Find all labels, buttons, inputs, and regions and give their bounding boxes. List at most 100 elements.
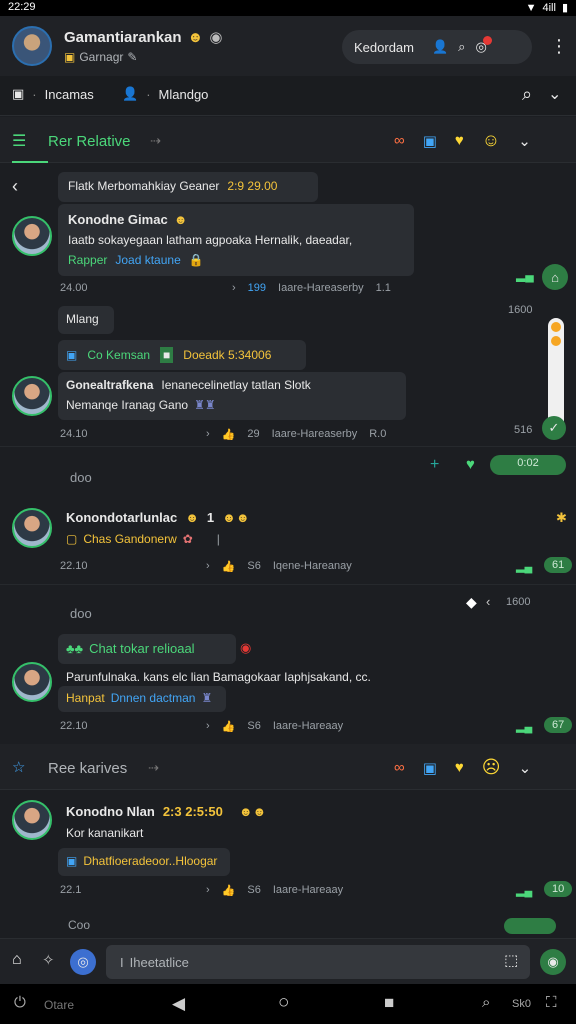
pill-label: Kedordam [354,39,414,55]
expand-icon[interactable]: ⛶ [546,994,557,1011]
avatar[interactable] [12,662,52,702]
message-link[interactable]: Joad ktaune [115,253,180,267]
message-link[interactable]: Rapper [68,253,107,267]
signal-icon: 4ill [542,1,556,14]
meta-count: 29 [247,428,260,440]
chevron-down-icon[interactable]: ⌄ [518,132,531,150]
status-pill[interactable] [504,918,556,934]
link-icon[interactable]: ∞ [394,759,405,776]
check-icon[interactable]: ✓ [542,416,566,440]
meta-value: R.0 [369,428,387,440]
emoji-icon[interactable]: ☺ [482,130,500,151]
message-meta: › 👍 29 Iaare-Hareaserby R.0 [206,428,387,441]
heart-icon[interactable]: ♥ [466,456,475,473]
clover-icon: ♣♣ [66,641,84,656]
heart-icon[interactable]: ♥ [455,132,464,149]
arrow-icon: ⇢ [148,760,159,775]
sticker-icon: ♜♜ [194,398,216,412]
tag-row[interactable]: ▣ Co Kemsan ■ Doeadk 5:34006 [58,340,306,370]
sender-name: Gonealtrafkena [66,378,154,392]
clock: 22:29 [8,1,36,13]
pinned-time: 2:9 29.00 [227,179,278,193]
magic-icon[interactable]: ✧ [42,951,55,969]
search-icon[interactable]: ⌕ [522,84,532,105]
tab-label: Incamas [44,86,94,102]
side-count: 516 [514,424,533,436]
meta-count: S6 [247,884,261,896]
side-time: 1600 [506,596,531,608]
tag-row[interactable]: ♣♣ Chat tokar relioaal [58,634,236,664]
scrollbar[interactable] [548,318,564,430]
avatar[interactable] [12,508,52,548]
heart-icon[interactable]: ♥ [455,759,464,776]
chevron-left-icon[interactable]: ‹ [486,594,490,609]
section-actions: ∞ ▣ ♥ ☹ ⌄ [394,757,531,778]
composer: ⌂ ✧ ◎ I Iheetatlice ⬚ ◉ [0,938,576,984]
link-icon[interactable]: ∞ [394,132,405,149]
search-icon[interactable]: ⌕ [482,994,490,1011]
emoji-icon: ☻ [173,212,188,227]
attach-icon[interactable]: ⬚ [504,951,518,969]
section-header[interactable]: ☰ Rer Relative ⇢ ∞ ▣ ♥ ☺ ⌄ [0,117,576,163]
divider [0,446,576,447]
tab-mlandgo[interactable]: 👤 · Mlandgo [122,86,208,102]
spark-icon: ✱ [556,510,567,525]
camera-icon[interactable]: ▣ [423,132,437,150]
send-icon[interactable]: ◉ [540,949,566,975]
group-icon: ▣ [64,50,76,64]
message-time: 24.10 [60,428,88,440]
sender-time: 2:3 2:5:50 [162,804,223,819]
message-bubble[interactable]: Konodne Gimac ☻ Iaatb sokayegaan latham … [58,204,414,276]
back-icon[interactable]: ‹ [12,176,18,197]
home-nav-icon[interactable]: ○ [278,992,289,1014]
home-icon[interactable]: ⌂ [12,951,22,969]
assistant-icon[interactable]: ◎ [70,949,96,975]
recents-nav-icon[interactable]: ■ [384,993,394,1013]
pinned-line[interactable]: Flatk Merbomahkiay Geaner 2:9 29.00 [58,172,318,202]
status-pill[interactable]: 0:02 [490,455,566,475]
mute-icon: ◉ [209,29,223,46]
section-header[interactable]: ☆ Ree karives ⇢ ∞ ▣ ♥ ☹ ⌄ [0,744,576,790]
count-badge: 67 [544,717,573,733]
avatar[interactable] [12,216,52,256]
group-avatar[interactable] [12,26,52,66]
side-time: 1600 [508,304,533,316]
more-options-icon[interactable]: ⋮ [550,36,568,57]
chevron-down-icon[interactable]: ⌄ [519,759,532,777]
message-input[interactable]: I Iheetatlice [106,945,530,979]
avatar[interactable] [12,800,52,840]
back-nav-icon[interactable]: ◀ [172,994,185,1014]
camera-icon: ▣ [12,86,25,101]
status-bar: 22:29 ▼ 4ill ▮ [0,0,576,16]
day-separator: doo [70,606,92,621]
message-header: Gonealtrafkena Ienanecelinetlay tatlan S… [66,378,398,392]
message-text: Parunfulnaka. kans elc lian Bamagokaar I… [66,670,371,684]
camera-icon[interactable]: ▣ [423,759,437,777]
avatar[interactable] [12,376,52,416]
search-icon[interactable]: ⌕ [458,39,465,55]
scroll-dot [551,336,561,346]
meta-value: 1.1 [375,282,391,294]
message-bubble[interactable]: Gonealtrafkena Ienanecelinetlay tatlan S… [58,372,406,420]
nav-label: Sk0 [512,998,531,1010]
emoji-icon[interactable]: ☹ [482,757,501,778]
notifications-icon[interactable]: ◎ [475,36,492,55]
section-actions: ∞ ▣ ♥ ☺ ⌄ [394,130,531,151]
small-bubble[interactable]: Mlang [58,306,114,334]
power-icon[interactable]: ⏻ [14,994,26,1011]
person-icon[interactable]: 👤 [432,39,448,55]
tab-incamas[interactable]: ▣ · Incamas [12,86,94,102]
header-subtitle: Garnagr [79,50,124,64]
input-placeholder: Iheetatlice [129,954,189,970]
header-pill[interactable]: Kedordam 👤 ⌕ ◎ [342,30,532,64]
tag-row[interactable]: ▣ Dhatfioeradeoor..Hloogar [58,848,230,876]
nav-label: Otare [44,998,75,1012]
message-link[interactable]: Dnnen dactman [111,691,196,707]
message-subtext: Nemanqe Iranag Gano [66,398,189,412]
message-link[interactable]: Hanpat [66,691,105,707]
alert-icon: ◉ [240,640,252,655]
plus-icon[interactable]: + [430,456,439,474]
chevron-down-icon[interactable]: ⌄ [548,84,561,104]
home-icon[interactable]: ⌂ [542,264,568,290]
thumb-icon: 👍 [221,561,236,573]
